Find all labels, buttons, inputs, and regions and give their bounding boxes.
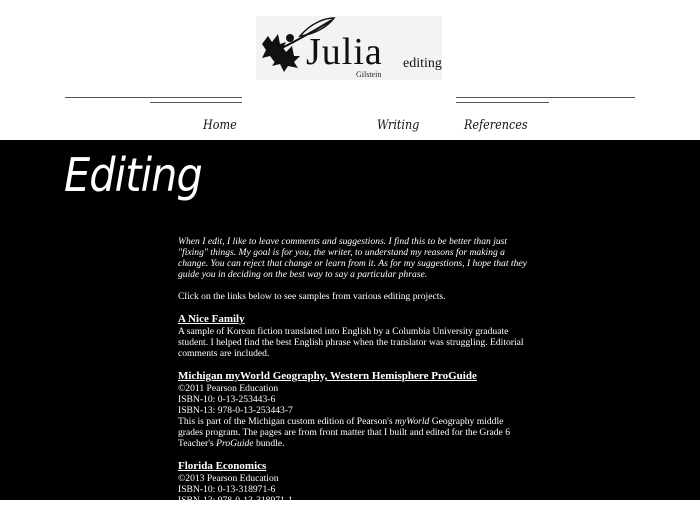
logo-surname: Gilstein	[356, 70, 382, 79]
project-link[interactable]: Florida Economics	[178, 460, 266, 473]
isbn13-text: ISBN-13: 978-0-13-253443-7	[178, 405, 293, 416]
main-content: Editing When I edit, I like to leave com…	[0, 140, 700, 506]
project-entry: Florida Economics ©2013 Pearson Educatio…	[178, 460, 528, 506]
site-header: Julia Gilstein editing Home Writing Refe…	[0, 0, 700, 140]
project-link[interactable]: Michigan myWorld Geography, Western Hemi…	[178, 370, 477, 383]
content-column: When I edit, I like to leave comments an…	[178, 236, 528, 506]
description-emphasis: ProGuide	[216, 438, 254, 449]
nav-link-references[interactable]: References	[464, 118, 528, 134]
project-entry: A Nice Family A sample of Korean fiction…	[178, 313, 528, 359]
project-link[interactable]: A Nice Family	[178, 313, 245, 326]
isbn10-text: ISBN-10: 0-13-318971-6	[178, 484, 276, 495]
isbn13-text: ISBN-13: 978-0-13-318971-1	[178, 495, 293, 506]
description-part: bundle.	[253, 438, 285, 449]
copyright-text: ©2013 Pearson Education	[178, 473, 279, 484]
divider-line	[456, 97, 635, 98]
nav-link-home[interactable]: Home	[203, 118, 237, 134]
isbn10-text: ISBN-10: 0-13-253443-6	[178, 394, 276, 405]
divider-line	[150, 102, 242, 103]
page-title: Editing	[64, 148, 203, 202]
project-description: A sample of Korean fiction translated in…	[178, 326, 524, 359]
project-entry: Michigan myWorld Geography, Western Hemi…	[178, 370, 528, 449]
logo-wordmark: Julia	[306, 31, 383, 73]
description-emphasis: myWorld	[395, 416, 430, 427]
description-part: This is part of the Michigan custom edit…	[178, 416, 396, 427]
lead-text: Click on the links below to see samples …	[178, 291, 446, 302]
divider-line	[456, 102, 549, 103]
nav-link-writing[interactable]: Writing	[377, 118, 419, 134]
project-description: This is part of the Michigan custom edit…	[178, 416, 528, 449]
logo-tagline: editing	[403, 56, 442, 71]
divider-line	[65, 97, 242, 98]
intro-paragraph: When I edit, I like to leave comments an…	[178, 236, 527, 280]
copyright-text: ©2011 Pearson Education	[178, 383, 279, 394]
